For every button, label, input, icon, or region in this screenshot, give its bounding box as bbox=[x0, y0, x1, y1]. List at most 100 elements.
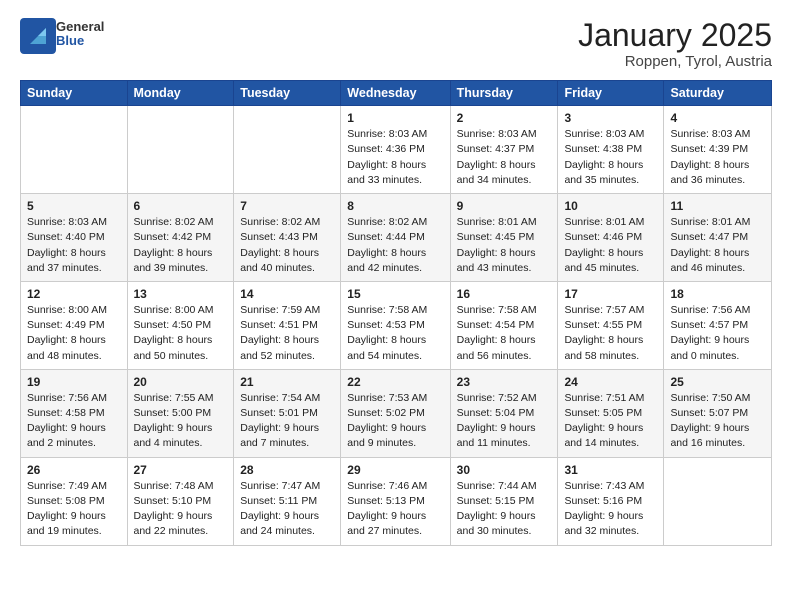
calendar-cell: 14Sunrise: 7:59 AMSunset: 4:51 PMDayligh… bbox=[234, 281, 341, 369]
day-info-line: and 46 minutes. bbox=[670, 262, 745, 274]
day-info-line: Daylight: 8 hours bbox=[134, 247, 213, 259]
calendar-cell: 17Sunrise: 7:57 AMSunset: 4:55 PMDayligh… bbox=[558, 281, 664, 369]
title-block: January 2025 Roppen, Tyrol, Austria bbox=[578, 18, 772, 70]
day-info-line: Daylight: 8 hours bbox=[134, 334, 213, 346]
logo-general-text: General bbox=[56, 20, 104, 34]
day-info-line: and 16 minutes. bbox=[670, 437, 745, 449]
day-info-line: and 14 minutes. bbox=[564, 437, 639, 449]
day-info-line: Daylight: 9 hours bbox=[347, 510, 426, 522]
day-info-line: and 48 minutes. bbox=[27, 350, 102, 362]
day-number: 2 bbox=[457, 111, 552, 125]
day-info-line: Sunrise: 7:53 AM bbox=[347, 392, 427, 404]
day-info-line: Daylight: 8 hours bbox=[670, 247, 749, 259]
logo-blue-text: Blue bbox=[56, 34, 104, 48]
calendar-week-2: 5Sunrise: 8:03 AMSunset: 4:40 PMDaylight… bbox=[21, 194, 772, 282]
day-info-line: Sunrise: 7:56 AM bbox=[670, 304, 750, 316]
day-number: 27 bbox=[134, 463, 228, 477]
header: General Blue January 2025 Roppen, Tyrol,… bbox=[20, 18, 772, 70]
day-info-line: Sunrise: 8:03 AM bbox=[27, 216, 107, 228]
day-number: 18 bbox=[670, 287, 765, 301]
day-number: 20 bbox=[134, 375, 228, 389]
day-info: Sunrise: 7:58 AMSunset: 4:53 PMDaylight:… bbox=[347, 303, 443, 364]
day-info-line: Sunrise: 8:03 AM bbox=[564, 128, 644, 140]
day-number: 12 bbox=[27, 287, 121, 301]
day-info: Sunrise: 7:43 AM Sunset: 5:16 PM Daylight:… bbox=[564, 479, 657, 540]
header-row: Sunday Monday Tuesday Wednesday Thursday… bbox=[21, 81, 772, 106]
day-number: 11 bbox=[670, 199, 765, 213]
day-info-line: Sunrise: 7:57 AM bbox=[564, 304, 644, 316]
day-info-line: Sunset: 4:45 PM bbox=[457, 231, 535, 243]
day-info-line: Daylight: 9 hours bbox=[347, 422, 426, 434]
day-info-line: Sunset: 4:44 PM bbox=[347, 231, 425, 243]
day-info-line: and 4 minutes. bbox=[134, 437, 203, 449]
calendar-cell: 5Sunrise: 8:03 AMSunset: 4:40 PMDaylight… bbox=[21, 194, 128, 282]
day-info: Sunrise: 7:57 AM Sunset: 4:55 PM Daylight:… bbox=[564, 303, 657, 364]
day-number: 6 bbox=[134, 199, 228, 213]
day-info-line: Sunset: 4:46 PM bbox=[564, 231, 642, 243]
day-info-line: Sunset: 5:15 PM bbox=[457, 495, 535, 507]
day-info-line: Daylight: 9 hours bbox=[27, 510, 106, 522]
day-info-line: Daylight: 8 hours bbox=[347, 334, 426, 346]
day-info: Sunrise: 8:02 AMSunset: 4:43 PMDaylight:… bbox=[240, 215, 334, 276]
day-number: 29 bbox=[347, 463, 443, 477]
day-info-line: Sunset: 4:49 PM bbox=[27, 319, 105, 331]
day-info-line: Sunset: 5:16 PM bbox=[564, 495, 642, 507]
day-info-line: Sunset: 4:47 PM bbox=[670, 231, 748, 243]
col-friday: Friday bbox=[558, 81, 664, 106]
day-info-line: Sunrise: 7:58 AM bbox=[457, 304, 537, 316]
day-info-line: Daylight: 8 hours bbox=[240, 334, 319, 346]
calendar-cell: 8Sunrise: 8:02 AMSunset: 4:44 PMDaylight… bbox=[341, 194, 450, 282]
day-info: Sunrise: 8:03 AMSunset: 4:38 PMDaylight:… bbox=[564, 127, 657, 188]
day-info-line: and 19 minutes. bbox=[27, 525, 102, 537]
day-number: 16 bbox=[457, 287, 552, 301]
day-info-line: Sunset: 4:55 PM bbox=[564, 319, 642, 331]
day-info-line: Sunrise: 8:01 AM bbox=[564, 216, 644, 228]
day-number: 9 bbox=[457, 199, 552, 213]
day-info-line: Sunset: 5:11 PM bbox=[240, 495, 317, 507]
day-info-line: and 2 minutes. bbox=[27, 437, 96, 449]
day-info-line: Sunset: 5:10 PM bbox=[134, 495, 212, 507]
calendar-title: January 2025 bbox=[578, 18, 772, 53]
col-thursday: Thursday bbox=[450, 81, 558, 106]
day-info-line: Sunset: 4:43 PM bbox=[240, 231, 318, 243]
day-number: 3 bbox=[564, 111, 657, 125]
day-info-line: and 30 minutes. bbox=[457, 525, 532, 537]
day-info-line: Daylight: 9 hours bbox=[670, 422, 749, 434]
day-info: Sunrise: 8:02 AMSunset: 4:42 PMDaylight:… bbox=[134, 215, 228, 276]
day-info-line: Sunrise: 7:54 AM bbox=[240, 392, 320, 404]
day-info-line: Sunset: 5:00 PM bbox=[134, 407, 212, 419]
day-info-line: Daylight: 8 hours bbox=[457, 159, 536, 171]
day-info-line: and 43 minutes. bbox=[457, 262, 532, 274]
day-info-line: Sunset: 5:02 PM bbox=[347, 407, 425, 419]
logo: General Blue bbox=[20, 18, 104, 50]
day-info-line: Sunrise: 8:03 AM bbox=[347, 128, 427, 140]
day-info-line: Sunrise: 7:43 AM bbox=[564, 480, 644, 492]
day-info-line: Sunrise: 7:48 AM bbox=[134, 480, 214, 492]
day-number: 15 bbox=[347, 287, 443, 301]
day-info-line: Sunrise: 8:02 AM bbox=[134, 216, 214, 228]
calendar-cell: 1Sunrise: 8:03 AMSunset: 4:36 PMDaylight… bbox=[341, 106, 450, 194]
day-info-line: Sunrise: 7:47 AM bbox=[240, 480, 320, 492]
day-info-line: Daylight: 8 hours bbox=[347, 159, 426, 171]
day-info-line: Sunset: 4:37 PM bbox=[457, 143, 535, 155]
day-info-line: Daylight: 8 hours bbox=[347, 247, 426, 259]
day-info-line: Daylight: 9 hours bbox=[564, 510, 643, 522]
day-info-line: and 32 minutes. bbox=[564, 525, 639, 537]
calendar-cell: 4Sunrise: 8:03 AMSunset: 4:39 PMDaylight… bbox=[664, 106, 772, 194]
day-info-line: Sunset: 4:57 PM bbox=[670, 319, 748, 331]
calendar-cell: 31Sunrise: 7:43 AMSunset: 5:16 PMDayligh… bbox=[558, 457, 664, 545]
calendar-cell: 29Sunrise: 7:46 AMSunset: 5:13 PMDayligh… bbox=[341, 457, 450, 545]
day-info-line: Sunrise: 7:50 AM bbox=[670, 392, 750, 404]
day-info: Sunrise: 8:03 AMSunset: 4:39 PMDaylight:… bbox=[670, 127, 765, 188]
day-info: Sunrise: 8:02 AMSunset: 4:44 PMDaylight:… bbox=[347, 215, 443, 276]
calendar-cell: 19Sunrise: 7:56 AMSunset: 4:58 PMDayligh… bbox=[21, 369, 128, 457]
day-info-line: Sunrise: 8:02 AM bbox=[240, 216, 320, 228]
day-info-line: Daylight: 8 hours bbox=[564, 334, 643, 346]
calendar-cell: 12Sunrise: 8:00 AMSunset: 4:49 PMDayligh… bbox=[21, 281, 128, 369]
day-info-line: and 56 minutes. bbox=[457, 350, 532, 362]
day-info-line: and 50 minutes. bbox=[134, 350, 209, 362]
day-info-line: and 54 minutes. bbox=[347, 350, 422, 362]
day-info-line: Daylight: 9 hours bbox=[27, 422, 106, 434]
day-info: Sunrise: 8:03 AMSunset: 4:36 PMDaylight:… bbox=[347, 127, 443, 188]
day-info-line: Sunset: 4:38 PM bbox=[564, 143, 642, 155]
